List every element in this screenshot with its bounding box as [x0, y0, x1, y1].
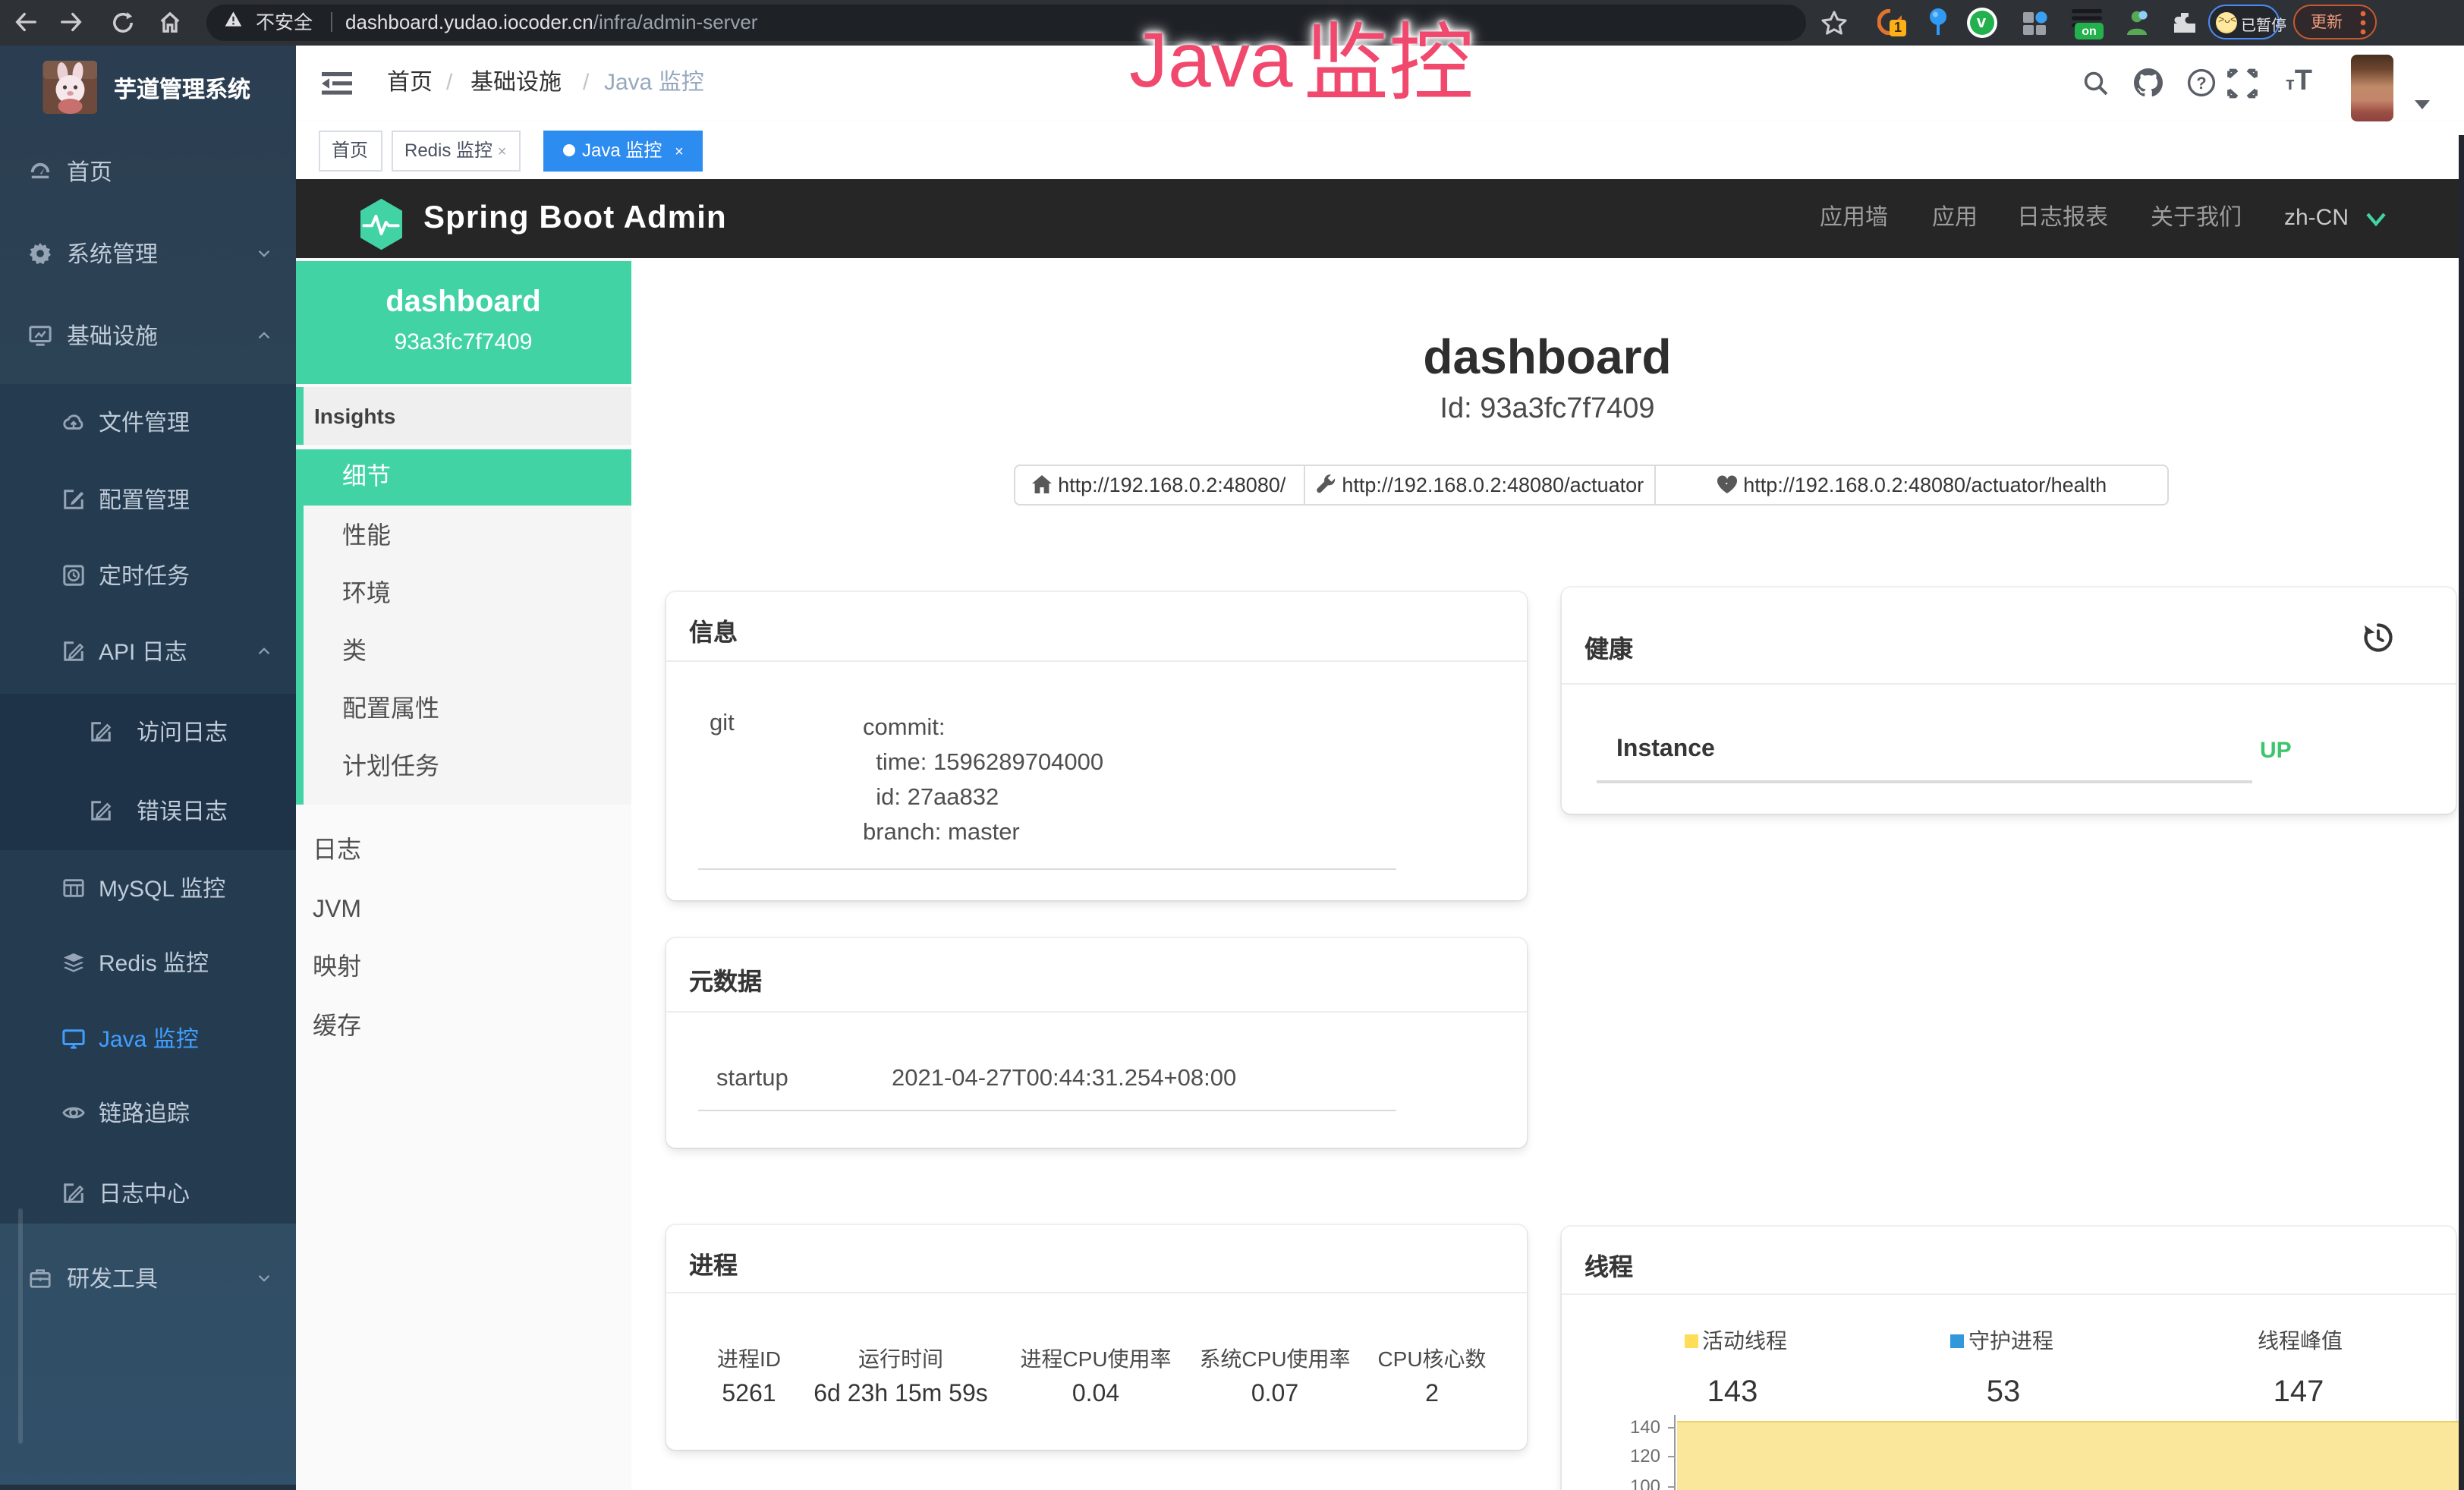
svg-text:?: ?: [2195, 74, 2205, 93]
